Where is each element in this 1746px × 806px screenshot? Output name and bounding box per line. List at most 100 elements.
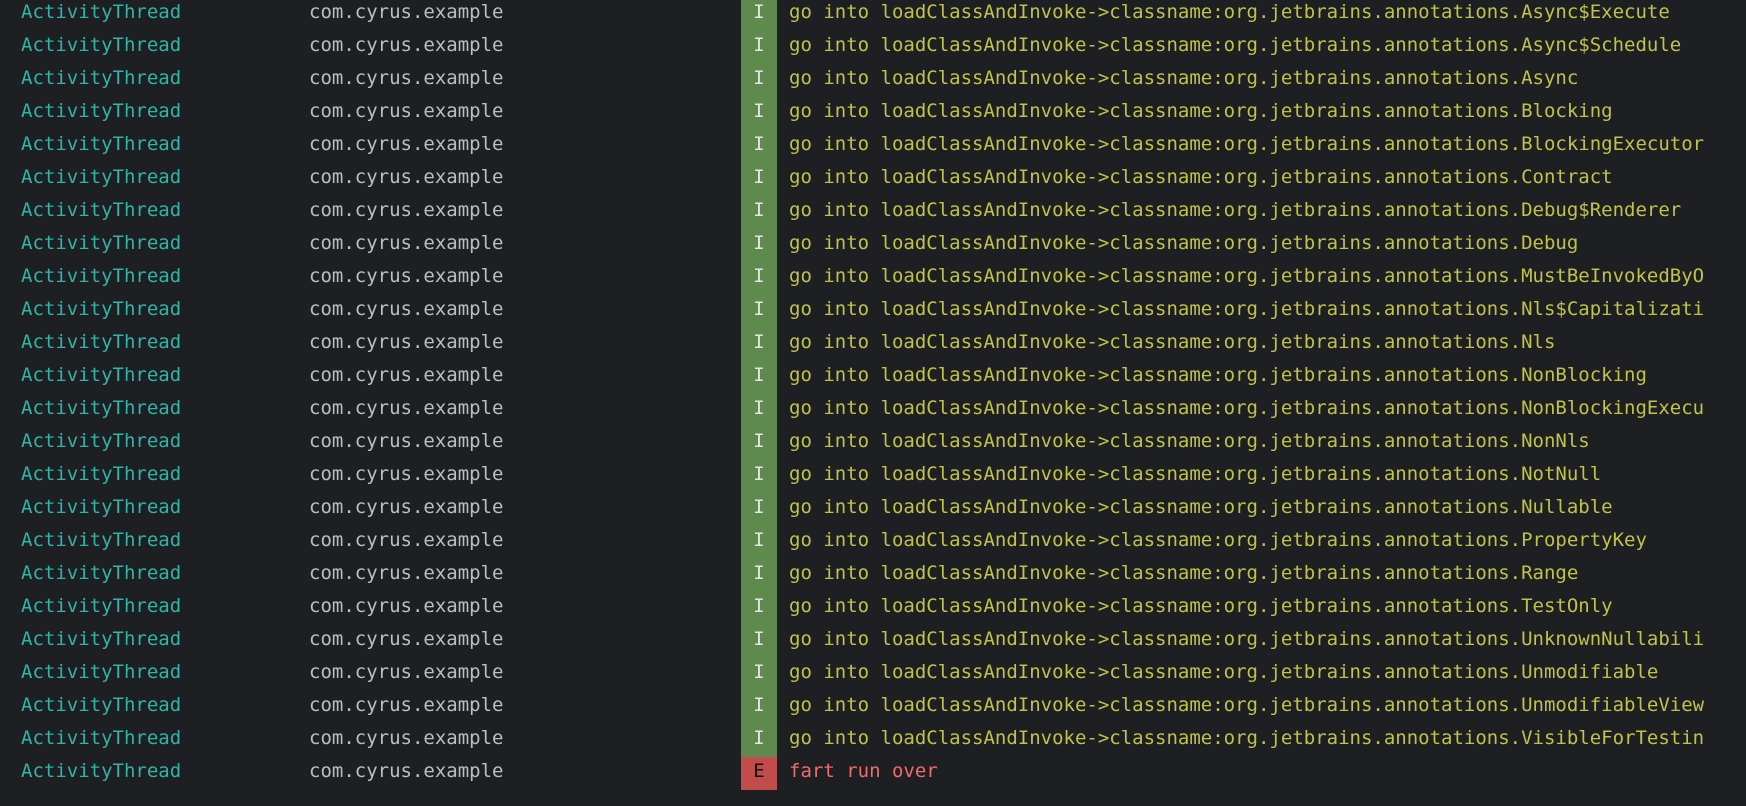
log-package: com.cyrus.example xyxy=(309,100,504,122)
log-row[interactable]: ActivityThread com.cyrus.example Igo into … xyxy=(0,526,1746,559)
log-row[interactable]: ActivityThread com.cyrus.example Igo into … xyxy=(0,262,1746,295)
log-tag: ActivityThread xyxy=(21,562,182,584)
log-message: go into loadClassAndInvoke->classname:or… xyxy=(789,595,1613,617)
log-row[interactable]: ActivityThread com.cyrus.example Igo into … xyxy=(0,427,1746,460)
log-level-badge: I xyxy=(741,460,777,493)
log-level-badge: I xyxy=(741,97,777,130)
log-row[interactable]: ActivityThread com.cyrus.example Igo into … xyxy=(0,691,1746,724)
log-tag: ActivityThread xyxy=(21,265,182,287)
log-package: com.cyrus.example xyxy=(309,34,504,56)
log-package: com.cyrus.example xyxy=(309,628,504,650)
log-row[interactable]: ActivityThread com.cyrus.example Igo into … xyxy=(0,592,1746,625)
log-level-badge: I xyxy=(741,394,777,427)
log-package: com.cyrus.example xyxy=(309,166,504,188)
log-row[interactable]: ActivityThread com.cyrus.example Igo into … xyxy=(0,394,1746,427)
log-package: com.cyrus.example xyxy=(309,562,504,584)
log-package: com.cyrus.example xyxy=(309,331,504,353)
log-message: go into loadClassAndInvoke->classname:or… xyxy=(789,628,1705,650)
log-row[interactable]: ActivityThread com.cyrus.example Igo into … xyxy=(0,460,1746,493)
log-level-badge: I xyxy=(741,229,777,262)
log-package: com.cyrus.example xyxy=(309,298,504,320)
log-level-badge: I xyxy=(741,0,777,31)
log-package: com.cyrus.example xyxy=(309,199,504,221)
logcat-panel[interactable]: ActivityThread com.cyrus.example Igo into … xyxy=(0,0,1746,806)
log-level-badge: I xyxy=(741,427,777,460)
log-package: com.cyrus.example xyxy=(309,727,504,749)
log-message: go into loadClassAndInvoke->classname:or… xyxy=(789,331,1556,353)
log-package: com.cyrus.example xyxy=(309,430,504,452)
log-row[interactable]: ActivityThread com.cyrus.example Igo into … xyxy=(0,64,1746,97)
log-level-badge: E xyxy=(741,757,777,790)
log-tag: ActivityThread xyxy=(21,727,182,749)
log-row[interactable]: ActivityThread com.cyrus.example Igo into … xyxy=(0,130,1746,163)
log-message: go into loadClassAndInvoke->classname:or… xyxy=(789,364,1647,386)
log-tag: ActivityThread xyxy=(21,694,182,716)
log-package: com.cyrus.example xyxy=(309,1,504,23)
log-message: go into loadClassAndInvoke->classname:or… xyxy=(789,166,1613,188)
log-package: com.cyrus.example xyxy=(309,265,504,287)
log-message: go into loadClassAndInvoke->classname:or… xyxy=(789,463,1602,485)
log-tag: ActivityThread xyxy=(21,34,182,56)
log-row[interactable]: ActivityThread com.cyrus.example Igo into … xyxy=(0,31,1746,64)
log-package: com.cyrus.example xyxy=(309,496,504,518)
log-package: com.cyrus.example xyxy=(309,529,504,551)
log-tag: ActivityThread xyxy=(21,529,182,551)
log-level-badge: I xyxy=(741,64,777,97)
log-message: go into loadClassAndInvoke->classname:or… xyxy=(789,199,1682,221)
log-tag: ActivityThread xyxy=(21,364,182,386)
log-row[interactable]: ActivityThread com.cyrus.example Igo into … xyxy=(0,229,1746,262)
log-level-badge: I xyxy=(741,262,777,295)
log-level-badge: I xyxy=(741,592,777,625)
log-level-badge: I xyxy=(741,691,777,724)
log-package: com.cyrus.example xyxy=(309,760,504,782)
log-package: com.cyrus.example xyxy=(309,595,504,617)
log-message: go into loadClassAndInvoke->classname:or… xyxy=(789,529,1647,551)
log-row[interactable]: ActivityThread com.cyrus.example Igo into … xyxy=(0,493,1746,526)
log-row[interactable]: ActivityThread com.cyrus.example Igo into … xyxy=(0,724,1746,757)
log-tag: ActivityThread xyxy=(21,760,182,782)
log-message: go into loadClassAndInvoke->classname:or… xyxy=(789,727,1705,749)
log-package: com.cyrus.example xyxy=(309,133,504,155)
log-package: com.cyrus.example xyxy=(309,463,504,485)
log-row[interactable]: ActivityThread com.cyrus.example Igo into … xyxy=(0,97,1746,130)
log-message: go into loadClassAndInvoke->classname:or… xyxy=(789,661,1659,683)
log-tag: ActivityThread xyxy=(21,1,182,23)
log-tag: ActivityThread xyxy=(21,496,182,518)
log-tag: ActivityThread xyxy=(21,463,182,485)
log-level-badge: I xyxy=(741,295,777,328)
log-row[interactable]: ActivityThread com.cyrus.example Igo into … xyxy=(0,625,1746,658)
log-level-badge: I xyxy=(741,31,777,64)
log-package: com.cyrus.example xyxy=(309,364,504,386)
log-package: com.cyrus.example xyxy=(309,397,504,419)
log-row[interactable]: ActivityThread com.cyrus.example Igo into … xyxy=(0,658,1746,691)
log-tag: ActivityThread xyxy=(21,661,182,683)
log-row[interactable]: ActivityThread com.cyrus.example Igo into … xyxy=(0,0,1746,31)
log-row[interactable]: ActivityThread com.cyrus.example Igo into … xyxy=(0,295,1746,328)
log-row[interactable]: ActivityThread com.cyrus.example Igo into … xyxy=(0,163,1746,196)
log-package: com.cyrus.example xyxy=(309,661,504,683)
log-package: com.cyrus.example xyxy=(309,67,504,89)
log-tag: ActivityThread xyxy=(21,430,182,452)
log-package: com.cyrus.example xyxy=(309,232,504,254)
log-tag: ActivityThread xyxy=(21,166,182,188)
log-row[interactable]: ActivityThread com.cyrus.example Igo into … xyxy=(0,361,1746,394)
log-message: go into loadClassAndInvoke->classname:or… xyxy=(789,1,1670,23)
log-row[interactable]: ActivityThread com.cyrus.example Igo into … xyxy=(0,328,1746,361)
log-tag: ActivityThread xyxy=(21,67,182,89)
log-message: go into loadClassAndInvoke->classname:or… xyxy=(789,694,1705,716)
log-level-badge: I xyxy=(741,196,777,229)
log-message: go into loadClassAndInvoke->classname:or… xyxy=(789,562,1579,584)
log-level-badge: I xyxy=(741,130,777,163)
log-message: go into loadClassAndInvoke->classname:or… xyxy=(789,100,1613,122)
log-level-badge: I xyxy=(741,163,777,196)
log-message: go into loadClassAndInvoke->classname:or… xyxy=(789,232,1579,254)
log-row[interactable]: ActivityThread com.cyrus.example Igo into … xyxy=(0,559,1746,592)
log-row[interactable]: ActivityThread com.cyrus.example Igo into … xyxy=(0,196,1746,229)
log-row[interactable]: ActivityThread com.cyrus.example Efart run… xyxy=(0,757,1746,790)
log-level-badge: I xyxy=(741,559,777,592)
log-tag: ActivityThread xyxy=(21,100,182,122)
log-level-badge: I xyxy=(741,724,777,757)
log-message: go into loadClassAndInvoke->classname:or… xyxy=(789,430,1590,452)
log-tag: ActivityThread xyxy=(21,133,182,155)
log-tag: ActivityThread xyxy=(21,232,182,254)
